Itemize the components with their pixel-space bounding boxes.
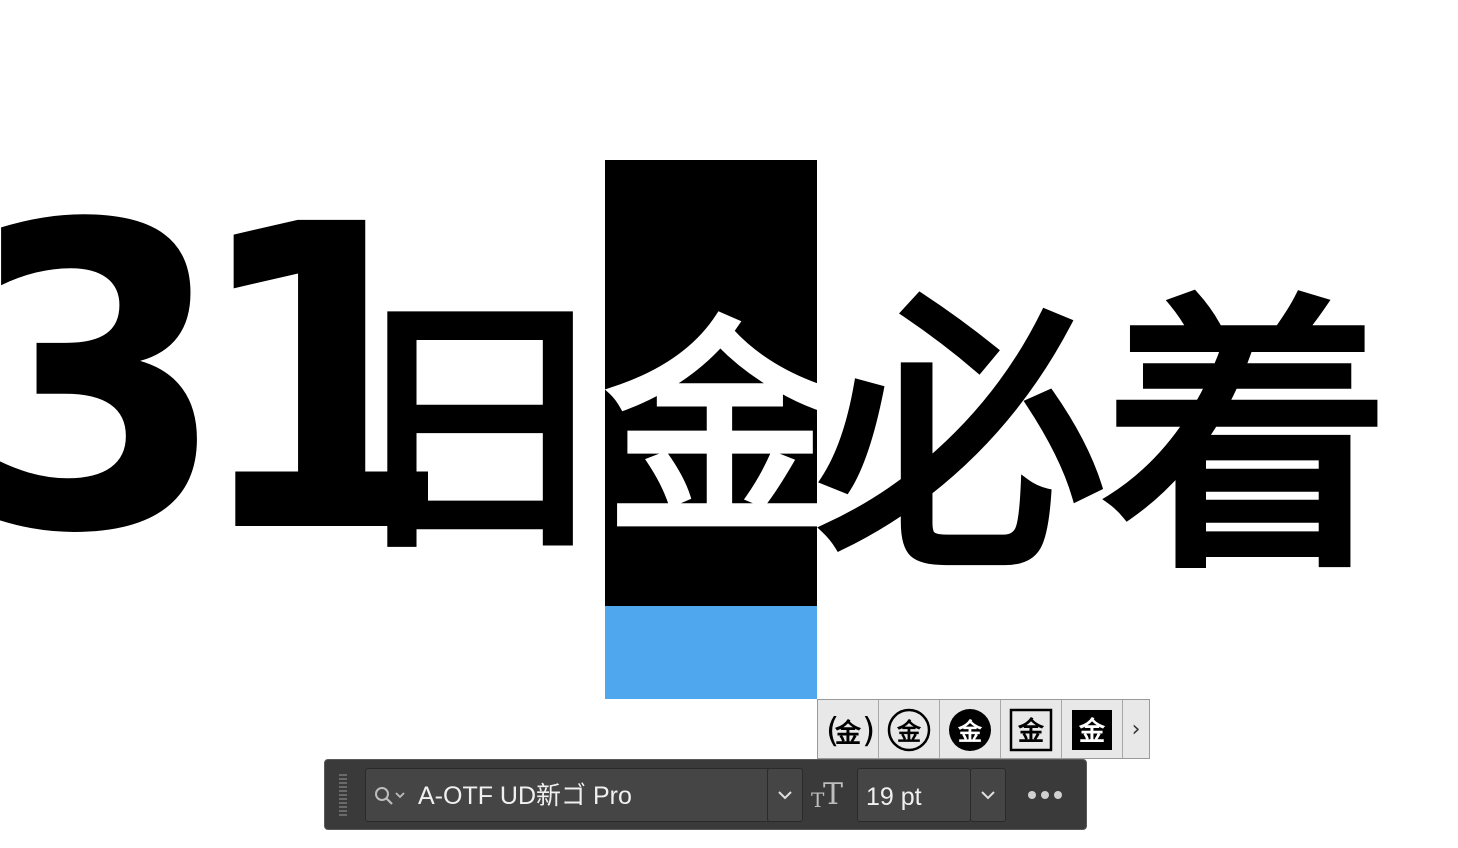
svg-text:T: T <box>823 777 843 811</box>
font-family-value: A-OTF UD新ゴ Pro <box>418 782 632 810</box>
selection-indicator <box>605 606 817 699</box>
search-icon[interactable] <box>370 781 410 811</box>
alternate-glyph-black-squared[interactable]: 金 <box>1062 700 1123 758</box>
alternate-glyph-parenthesized[interactable]: ( ) 金 <box>818 700 879 758</box>
alt-glyph-text: 金 <box>1017 716 1045 747</box>
more-options-icon <box>1028 791 1062 799</box>
alt-glyph-text: 金 <box>834 718 862 749</box>
black-squared-glyph-icon: 金 <box>1072 710 1112 750</box>
squared-glyph-icon: 金 <box>1009 708 1053 752</box>
alternate-glyph-black-circled[interactable]: 金 <box>940 700 1001 758</box>
circled-glyph-icon: 金 <box>887 708 931 752</box>
font-family-field[interactable]: A-OTF UD新ゴ Pro <box>365 768 803 822</box>
more-options-button[interactable] <box>1021 774 1069 816</box>
chevron-down-icon <box>778 791 792 800</box>
chevron-right-icon[interactable]: › <box>1123 700 1149 758</box>
font-size-dropdown-button[interactable] <box>970 768 1006 822</box>
alt-glyph-text: 金 <box>957 718 983 746</box>
svg-text:): ) <box>862 711 873 751</box>
black-circled-glyph-icon: 金 <box>949 709 991 751</box>
alternate-glyphs-strip: ( ) 金 金 金 金 金 <box>817 699 1150 759</box>
headline-char-must[interactable]: 必 <box>816 296 1106 586</box>
alt-glyph-text: 金 <box>896 718 922 746</box>
chevron-down-icon <box>981 791 995 800</box>
drag-handle-icon[interactable] <box>339 774 347 816</box>
document-canvas[interactable]: 31 日 金 必 着 ( ) 金 金 金 <box>0 0 1458 848</box>
font-size-icon: T T <box>811 774 849 814</box>
alternate-glyph-squared[interactable]: 金 <box>1001 700 1062 758</box>
parenthesized-glyph-icon: ( ) 金 <box>826 711 873 751</box>
headline-char-selected[interactable]: 金 <box>605 318 835 548</box>
contextual-task-bar: A-OTF UD新ゴ Pro T T 19 pt <box>324 759 1087 830</box>
headline-char-day[interactable]: 日 <box>344 296 614 566</box>
font-family-dropdown-button[interactable] <box>767 768 803 822</box>
font-size-field[interactable]: 19 pt <box>857 768 971 822</box>
alt-glyph-text: 金 <box>1078 716 1106 747</box>
alternate-glyph-circled[interactable]: 金 <box>879 700 940 758</box>
headline-char-arrive[interactable]: 着 <box>1102 296 1392 586</box>
